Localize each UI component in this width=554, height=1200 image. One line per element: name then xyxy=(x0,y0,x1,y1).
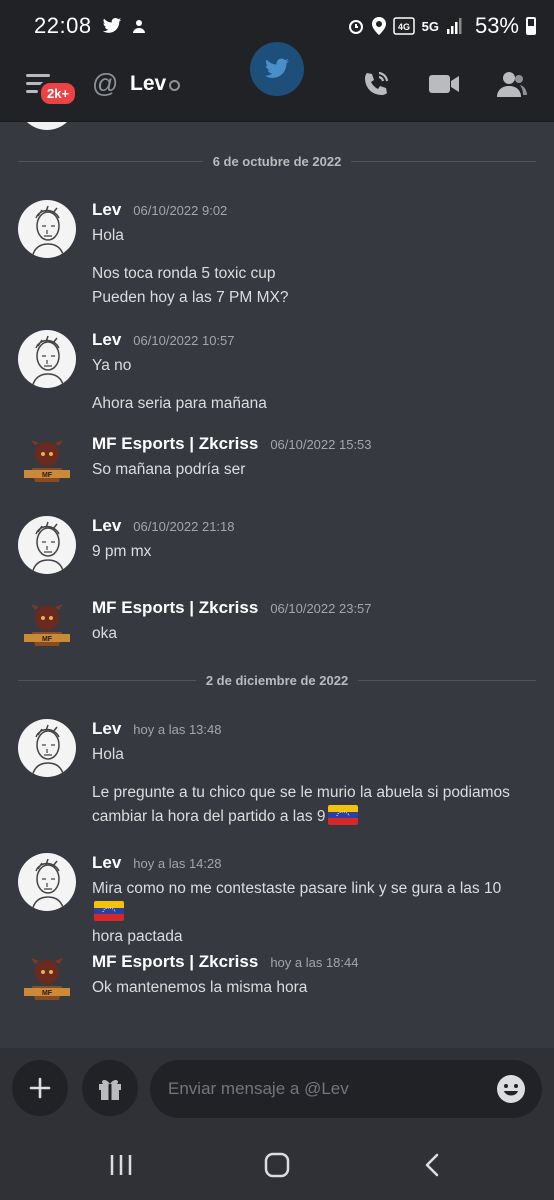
home-button[interactable] xyxy=(262,1150,292,1180)
dm-name[interactable]: Lev xyxy=(130,72,166,96)
message-author[interactable]: MF Esports | Zkcriss xyxy=(92,434,258,454)
message-text: Ya no xyxy=(92,357,132,374)
message-text: Le pregunte a tu chico que se le murio l… xyxy=(92,784,510,801)
battery-icon xyxy=(526,17,536,35)
message-composer xyxy=(0,1048,554,1128)
message-text: Hola xyxy=(92,746,124,763)
message-author[interactable]: Lev xyxy=(92,719,121,739)
dm-header: 2k+ @ Lev xyxy=(0,42,554,122)
status-time: 22:08 xyxy=(34,13,92,38)
message-author[interactable]: MF Esports | Zkcriss xyxy=(92,952,258,972)
message-text-with-flag: Mira como no me contestaste pasare link … xyxy=(92,877,532,925)
message-text: Nos toca ronda 5 toxic cup xyxy=(92,265,276,282)
avatar-lev[interactable] xyxy=(18,330,76,388)
avatar-lev[interactable] xyxy=(18,516,76,574)
twitter-icon xyxy=(265,58,289,78)
avatar-lev[interactable] xyxy=(18,719,76,777)
video-call-button[interactable] xyxy=(428,68,460,100)
recent-apps-icon xyxy=(110,1155,132,1175)
twitter-bubble[interactable] xyxy=(250,42,304,96)
message-text: So mañana podría ser xyxy=(92,461,246,478)
back-button[interactable] xyxy=(418,1150,448,1180)
message-timestamp: 06/10/2022 9:02 xyxy=(133,203,228,218)
message-timestamp: 06/10/2022 23:57 xyxy=(270,601,372,616)
members-icon xyxy=(497,72,527,97)
offline-status-icon xyxy=(169,80,180,91)
menu-icon xyxy=(26,74,50,77)
signal-icon xyxy=(446,18,462,34)
notification-badge: 2k+ xyxy=(38,80,79,107)
message-input[interactable] xyxy=(150,1060,542,1118)
plus-icon xyxy=(29,1077,51,1099)
message-text: Ok mantenemos la misma hora xyxy=(92,979,308,996)
message-timestamp: 06/10/2022 21:18 xyxy=(133,519,235,534)
svg-text:MF: MF xyxy=(42,990,53,997)
members-button[interactable] xyxy=(496,68,528,100)
gift-icon xyxy=(99,1079,121,1100)
system-nav-bar xyxy=(0,1128,554,1200)
avatar-lev[interactable] xyxy=(18,853,76,911)
venezuela-flag-icon xyxy=(94,901,124,921)
message-text: cambiar la hora del partido a las 9 xyxy=(92,808,326,825)
add-attachment-button[interactable] xyxy=(12,1060,68,1116)
message-text: Mira como no me contestaste pasare link … xyxy=(92,880,502,897)
recent-apps-button[interactable] xyxy=(106,1150,136,1180)
message-timestamp: 06/10/2022 15:53 xyxy=(270,437,372,452)
video-camera-icon xyxy=(429,75,459,93)
message-author[interactable]: Lev xyxy=(92,516,121,536)
message-author[interactable]: MF Esports | Zkcriss xyxy=(92,598,258,618)
network-type: 5G xyxy=(421,18,439,34)
phone-icon xyxy=(365,71,389,95)
venezuela-flag-icon xyxy=(327,805,358,825)
message-text-with-flag: cambiar la hora del partido a las 9 xyxy=(92,805,532,829)
message-text: Pueden hoy a las 7 PM MX? xyxy=(92,289,289,306)
avatar-partial xyxy=(18,122,76,130)
alarm-icon xyxy=(348,20,363,34)
message-timestamp: hoy a las 14:28 xyxy=(133,856,222,871)
message-timestamp: hoy a las 18:44 xyxy=(270,955,359,970)
voice-call-button[interactable] xyxy=(360,68,392,100)
emoji-icon xyxy=(497,1075,525,1103)
gift-button[interactable] xyxy=(82,1060,138,1116)
back-icon xyxy=(425,1153,439,1177)
message-author[interactable]: Lev xyxy=(92,853,121,873)
message-author[interactable]: Lev xyxy=(92,330,121,350)
app-notif-icon xyxy=(132,20,145,33)
avatar-lev[interactable] xyxy=(18,200,76,258)
home-icon xyxy=(264,1152,290,1178)
message-timestamp: hoy a las 13:48 xyxy=(133,722,222,737)
volte-icon: 4G xyxy=(392,17,415,35)
avatar-mf-esports[interactable]: MF xyxy=(18,598,76,656)
svg-text:4G: 4G xyxy=(398,22,410,32)
twitter-notif-icon xyxy=(102,18,121,33)
message-text: oka xyxy=(92,625,117,642)
message-text: hora pactada xyxy=(92,928,183,945)
message-author[interactable]: Lev xyxy=(92,200,121,220)
avatar-mf-esports[interactable]: MF xyxy=(18,434,76,492)
emoji-button[interactable] xyxy=(496,1074,526,1104)
date-divider: 6 de octubre de 2022 xyxy=(18,154,536,169)
avatar-mf-esports[interactable]: MF xyxy=(18,952,76,1010)
message-timestamp: 06/10/2022 10:57 xyxy=(133,333,235,348)
date-divider: 2 de diciembre de 2022 xyxy=(18,673,537,688)
message-text: Ahora seria para mañana xyxy=(92,395,267,412)
message-list[interactable]: 6 de octubre de 2022 Lev 06/10/2022 9:02… xyxy=(0,122,554,1048)
svg-text:MF: MF xyxy=(42,472,53,479)
location-icon xyxy=(371,17,386,35)
battery-percent: 53% xyxy=(474,13,519,38)
svg-text:MF: MF xyxy=(42,636,53,643)
at-icon: @ xyxy=(92,68,119,98)
message-text: Hola xyxy=(92,227,124,244)
message-text: 9 pm mx xyxy=(92,543,152,560)
